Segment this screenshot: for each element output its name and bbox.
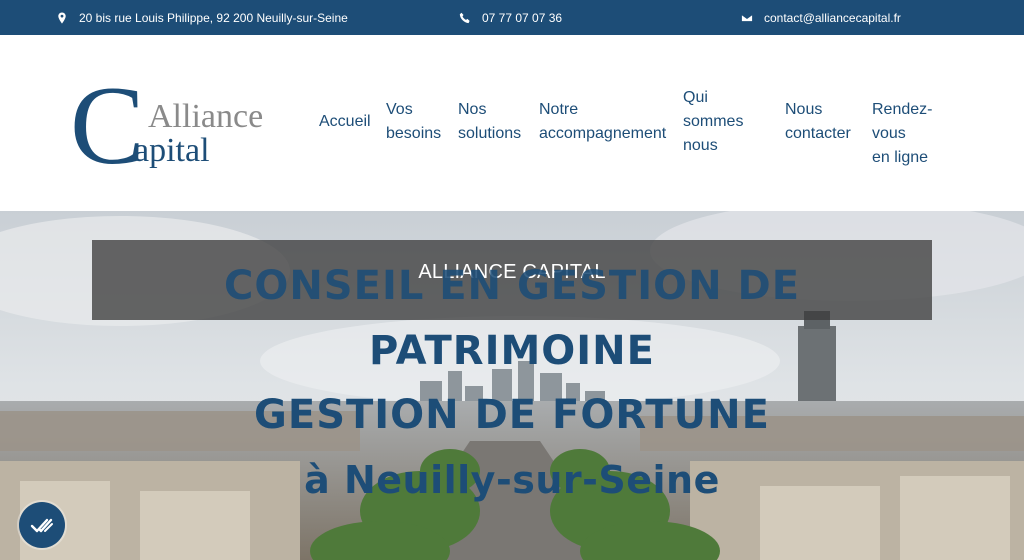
alliance-capital-logo[interactable]: C Alliance apital [70,71,275,171]
nav-item-nos-solutions[interactable]: Nos solutions [458,98,521,146]
mail-icon [740,11,754,25]
contact-topbar: 20 bis rue Louis Philippe, 92 200 Neuill… [0,0,1024,35]
nav-item-qui-sommes-nous[interactable]: Qui sommes nous [683,86,743,158]
nav-item-accueil[interactable]: Accueil [319,110,371,134]
address-text: 20 bis rue Louis Philippe, 92 200 Neuill… [79,10,348,25]
address-item: 20 bis rue Louis Philippe, 92 200 Neuill… [55,0,348,35]
phone-link[interactable]: 07 77 07 07 36 [482,11,562,25]
phone-item[interactable]: 07 77 07 07 36 [458,0,562,35]
logo-word-apital: apital [134,132,210,169]
hero-section: ALLIANCE CAPITAL CONSEIL EN GESTION DE P… [0,211,1024,560]
hero-heading-line-1: CONSEIL EN GESTION DE [223,263,801,309]
hero-heading-line-3: GESTION DE FORTUNE [254,392,770,438]
nav-item-rendez-vous[interactable]: Rendez-vous en ligne [872,98,932,170]
nav-item-nous-contacter[interactable]: Nous contacter [785,98,851,146]
email-link[interactable]: contact@alliancecapital.fr [764,11,901,25]
nav-item-vos-besoins[interactable]: Vos besoins [386,98,441,146]
hero-heading-line-2: PATRIMOINE [369,328,655,374]
hero-heading-line-4: à Neuilly-sur-Seine [304,458,720,502]
double-check-icon [30,518,53,533]
nav-item-notre-accompagnement[interactable]: Notre accompagnement [539,98,666,146]
site-header: C Alliance apital Accueil Vos besoins No… [0,35,1024,211]
cookie-consent-button[interactable] [19,502,65,548]
email-item[interactable]: contact@alliancecapital.fr [740,0,901,35]
logo-word-alliance: Alliance [148,98,263,135]
map-pin-icon [55,11,69,25]
phone-icon [458,11,472,25]
